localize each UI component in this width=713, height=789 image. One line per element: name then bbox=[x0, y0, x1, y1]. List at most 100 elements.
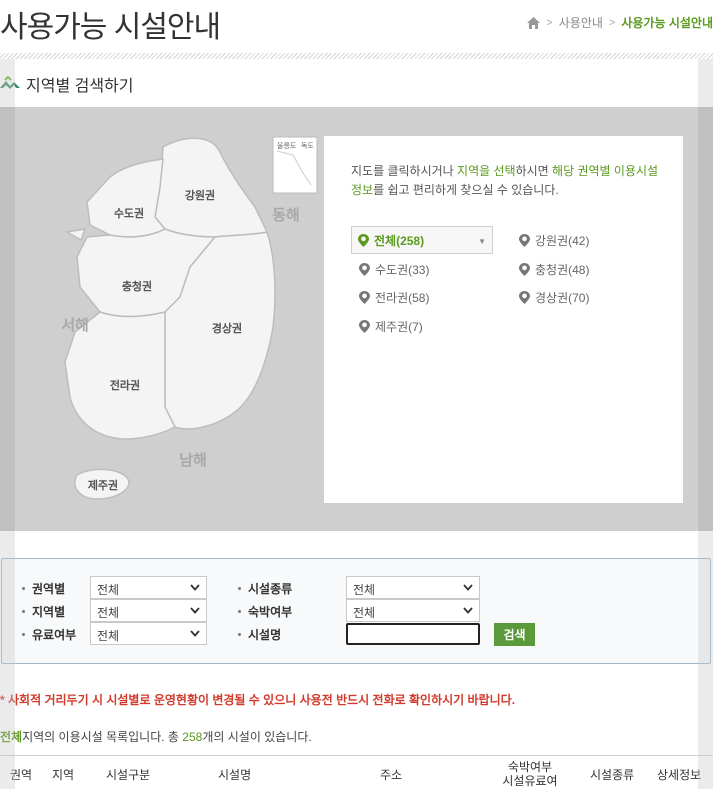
label-east-sea: 동해 bbox=[272, 206, 300, 224]
section-title: 지역별 검색하기 bbox=[26, 78, 134, 95]
select-value: 전체 bbox=[97, 629, 120, 643]
select-value: 전체 bbox=[353, 583, 376, 597]
map-pin-icon bbox=[519, 263, 530, 276]
search-button[interactable]: 검색 bbox=[494, 623, 535, 646]
page-header: 사용가능 시설안내 > 사용안내 > 사용가능 시설안내 bbox=[0, 0, 713, 52]
overlay-edge-right bbox=[698, 59, 713, 789]
info-text: 지도를 클릭하시거나 지역을 선택하시면 해당 권역별 이용시설 정보를 쉽고 … bbox=[351, 162, 671, 200]
region-select[interactable]: 전체 bbox=[90, 599, 207, 622]
notice-text: * 사회적 거리두기 시 시설별로 운영현황이 변경될 수 있으니 사용전 반드… bbox=[0, 693, 516, 707]
label-text: 숙박여부 bbox=[248, 605, 293, 619]
page-title: 사용가능 시설안내 bbox=[0, 11, 221, 44]
chevron-down-icon bbox=[463, 607, 473, 614]
table-header-row: 권역 지역 시설구분 시설명 주소 숙박여부 시설유료여부 시설종류 상세정보 bbox=[0, 755, 713, 789]
chevron-down-icon bbox=[190, 607, 200, 614]
label-text: 권역별 bbox=[32, 582, 66, 596]
label-jeju: 제주권 bbox=[88, 478, 118, 492]
info-text-part: 하시면 bbox=[515, 164, 553, 178]
breadcrumb-item[interactable]: 사용안내 bbox=[559, 14, 603, 31]
label-text: 지역별 bbox=[32, 605, 66, 619]
region-option-label: 전라권(58) bbox=[375, 291, 430, 305]
map-pin-icon bbox=[519, 234, 530, 247]
breadcrumb: > 사용안내 > 사용가능 시설안내 bbox=[527, 14, 713, 31]
region-gangwon[interactable] bbox=[154, 137, 269, 238]
th-lodging: 숙박여부 bbox=[507, 760, 553, 774]
label-region: 지역별 bbox=[22, 603, 65, 620]
region-option-chungcheong[interactable]: 충청권(48) bbox=[519, 261, 589, 278]
select-value: 전체 bbox=[97, 583, 120, 597]
facility-name-input[interactable] bbox=[346, 623, 480, 645]
label-dokdo: 독도 bbox=[301, 142, 314, 150]
region-option-jeju[interactable]: 제주권(7) bbox=[359, 318, 423, 335]
label-text: 시설명 bbox=[248, 628, 282, 642]
summary-text: 지역의 이용시설 목록입니다. 총 bbox=[22, 730, 183, 744]
map-pin-icon bbox=[359, 320, 370, 333]
summary-text: 개의 시설이 있습니다. bbox=[202, 730, 312, 744]
th-region: 지역 bbox=[52, 768, 75, 782]
caret-down-icon: ▼ bbox=[478, 237, 486, 246]
select-value: 전체 bbox=[353, 606, 376, 620]
map-pin-icon bbox=[359, 291, 370, 304]
label-facility-name: 시설명 bbox=[238, 626, 281, 643]
region-option-label: 전체(258) bbox=[374, 233, 425, 248]
label-text: 시설종류 bbox=[248, 582, 293, 596]
info-text-part: 를 쉽고 편리하게 찾으실 수 있습니다. bbox=[373, 183, 559, 197]
header-divider bbox=[0, 53, 713, 59]
region-option-label: 수도권(33) bbox=[375, 263, 430, 277]
th-facility-category: 시설구분 bbox=[106, 768, 151, 782]
label-lodging: 숙박여부 bbox=[238, 603, 292, 620]
th-facility-name: 시설명 bbox=[218, 768, 252, 782]
th-detail: 상세정보 bbox=[657, 768, 702, 782]
region-area-select[interactable]: 전체 bbox=[90, 576, 207, 599]
chevron-right-icon: > bbox=[608, 16, 616, 29]
region-info-box: 지도를 클릭하시거나 지역을 선택하시면 해당 권역별 이용시설 정보를 쉽고 … bbox=[323, 135, 684, 504]
region-option-label: 제주권(7) bbox=[375, 320, 423, 334]
chevron-right-icon: > bbox=[546, 16, 553, 29]
region-sudo[interactable] bbox=[86, 158, 167, 238]
map-pin-icon bbox=[358, 233, 369, 247]
region-option-all[interactable]: 전체(258) ▼ bbox=[351, 226, 493, 254]
region-option-gyeongsang[interactable]: 경상권(70) bbox=[519, 289, 589, 306]
label-chungcheong: 충청권 bbox=[122, 279, 152, 293]
label-ulleungdo: 울릉도 bbox=[277, 142, 297, 150]
chevron-down-icon bbox=[463, 584, 473, 591]
label-facility-type: 시설종류 bbox=[238, 580, 292, 597]
chevron-down-icon bbox=[190, 630, 200, 637]
chevron-down-icon bbox=[190, 584, 200, 591]
map-pin-icon bbox=[519, 291, 530, 304]
th-facility-type: 시설종류 bbox=[590, 768, 635, 782]
label-gangwon: 강원권 bbox=[185, 188, 215, 202]
region-option-sudo[interactable]: 수도권(33) bbox=[359, 261, 429, 278]
label-south-sea: 남해 bbox=[179, 451, 207, 469]
label-sudo: 수도권 bbox=[114, 207, 144, 220]
region-option-label: 강원권(42) bbox=[535, 234, 590, 248]
korea-map: 울릉도 독도 강원권 수도권 충청권 경상권 전라권 제주권 동해 서해 남해 bbox=[61, 136, 318, 500]
label-text: 유료여부 bbox=[32, 628, 77, 642]
th-lodging-paid: 숙박여부 시설유료여부 bbox=[497, 760, 563, 789]
label-region-area: 권역별 bbox=[22, 580, 65, 597]
paid-select[interactable]: 전체 bbox=[90, 622, 207, 645]
info-text-highlight: 지역을 선택 bbox=[457, 164, 516, 178]
select-value: 전체 bbox=[97, 606, 120, 620]
th-address: 주소 bbox=[380, 768, 403, 782]
th-paid: 시설유료여부 bbox=[502, 774, 558, 789]
summary-count: 258 bbox=[182, 730, 203, 744]
label-gyeongsang: 경상권 bbox=[212, 321, 242, 335]
section-heading: 지역별 검색하기 bbox=[0, 72, 134, 96]
region-option-label: 경상권(70) bbox=[535, 291, 590, 305]
overlay-edge-left bbox=[0, 59, 15, 789]
region-option-jeolla[interactable]: 전라권(58) bbox=[359, 289, 429, 306]
inset-ulleung-dokdo[interactable]: 울릉도 독도 bbox=[272, 136, 318, 194]
map-pin-icon bbox=[359, 263, 370, 276]
region-option-label: 충청권(48) bbox=[535, 263, 590, 277]
facility-type-select[interactable]: 전체 bbox=[346, 576, 480, 599]
label-jeolla: 전라권 bbox=[110, 378, 140, 392]
lodging-select[interactable]: 전체 bbox=[346, 599, 480, 622]
label-paid: 유료여부 bbox=[22, 626, 76, 643]
region-option-gangwon[interactable]: 강원권(42) bbox=[519, 232, 589, 249]
info-text-part: 지도를 클릭하시거나 bbox=[351, 164, 458, 178]
result-summary: 전체지역의 이용시설 목록입니다. 총 258개의 시설이 있습니다. bbox=[0, 728, 312, 745]
label-west-sea: 서해 bbox=[61, 316, 89, 334]
home-icon[interactable] bbox=[527, 16, 541, 29]
breadcrumb-current: 사용가능 시설안내 bbox=[621, 16, 713, 30]
